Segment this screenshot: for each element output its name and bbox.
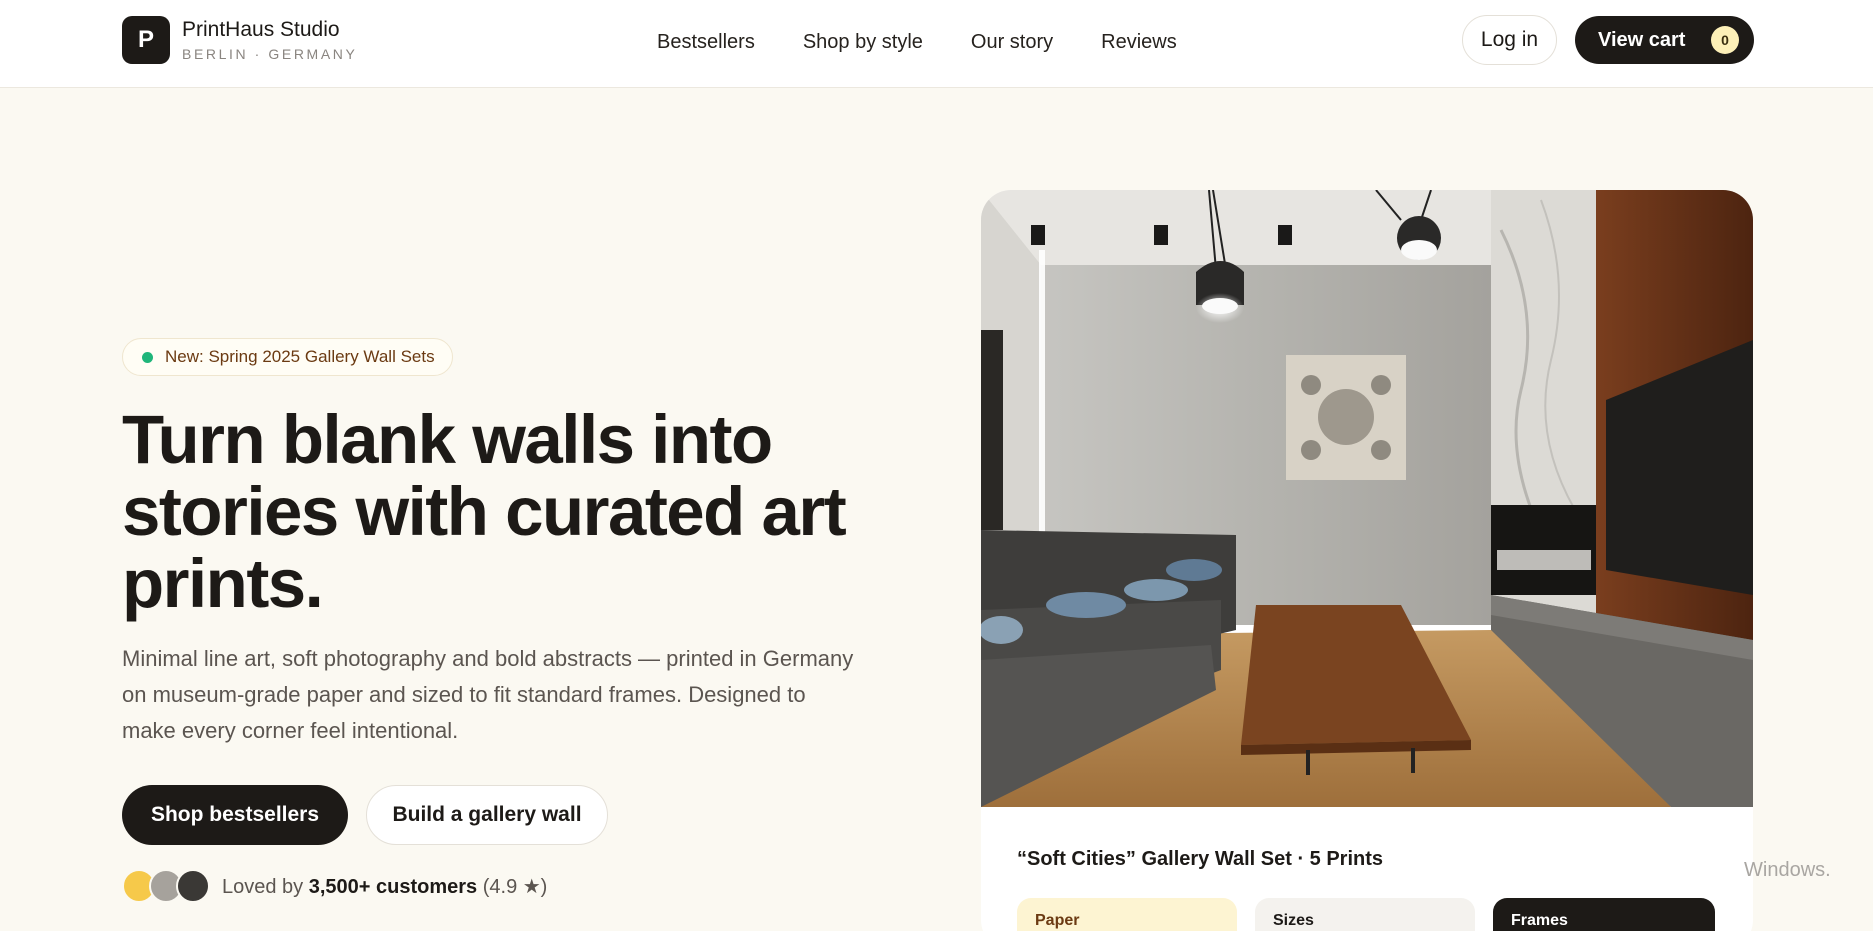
view-cart-label: View cart: [1598, 28, 1686, 51]
tab-frames[interactable]: Frames: [1493, 898, 1715, 931]
brand-location: BERLIN · GERMANY: [182, 46, 358, 62]
avatar: [176, 869, 210, 903]
tab-sizes[interactable]: Sizes: [1255, 898, 1475, 931]
hero-subcopy: Minimal line art, soft photography and b…: [122, 646, 854, 743]
view-cart-button[interactable]: View cart 0: [1575, 16, 1754, 64]
customer-count: 3,500+ customers: [308, 875, 478, 898]
featured-product-card[interactable]: “Soft Cities” Gallery Wall Set · 5 Print…: [981, 190, 1753, 931]
nav-link-bestsellers[interactable]: Bestsellers: [657, 29, 755, 55]
status-dot-icon: [142, 351, 153, 363]
main-nav: Bestsellers Shop by style Our story Revi…: [657, 29, 1177, 55]
build-gallery-wall-button[interactable]: Build a gallery wall: [366, 785, 608, 845]
brand[interactable]: P PrintHaus Studio BERLIN · GERMANY: [122, 16, 357, 64]
social-prefix: Loved by: [222, 875, 304, 898]
brand-logo[interactable]: P: [122, 16, 170, 64]
social-proof: Loved by 3,500+ customers (4.9 ★): [122, 869, 547, 903]
announcement-text: New: Spring 2025 Gallery Wall Sets: [165, 347, 435, 366]
nav-link-shop-by-style[interactable]: Shop by style: [803, 29, 923, 55]
login-button[interactable]: Log in: [1462, 15, 1557, 65]
nav-link-our-story[interactable]: Our story: [971, 29, 1053, 55]
site-header: P PrintHaus Studio BERLIN · GERMANY Best…: [0, 0, 1873, 88]
rating: (4.9 ★): [482, 875, 548, 898]
cart-count-badge: 0: [1711, 26, 1739, 54]
hero-headline: Turn blank walls into stories with curat…: [122, 401, 847, 622]
brand-name[interactable]: PrintHaus Studio: [182, 17, 357, 43]
os-watermark: Windows.: [1744, 859, 1831, 881]
announcement-badge[interactable]: New: Spring 2025 Gallery Wall Sets: [122, 338, 453, 376]
shop-bestsellers-button[interactable]: Shop bestsellers: [122, 785, 348, 845]
tab-paper[interactable]: Paper: [1017, 898, 1237, 931]
featured-product-title: “Soft Cities” Gallery Wall Set · 5 Print…: [1017, 848, 1384, 870]
social-proof-text: Loved by 3,500+ customers (4.9 ★): [222, 874, 547, 899]
customer-avatars: [122, 869, 210, 903]
nav-link-reviews[interactable]: Reviews: [1101, 29, 1177, 55]
brand-text: PrintHaus Studio BERLIN · GERMANY: [182, 17, 357, 63]
living-room-photo: [981, 190, 1753, 807]
